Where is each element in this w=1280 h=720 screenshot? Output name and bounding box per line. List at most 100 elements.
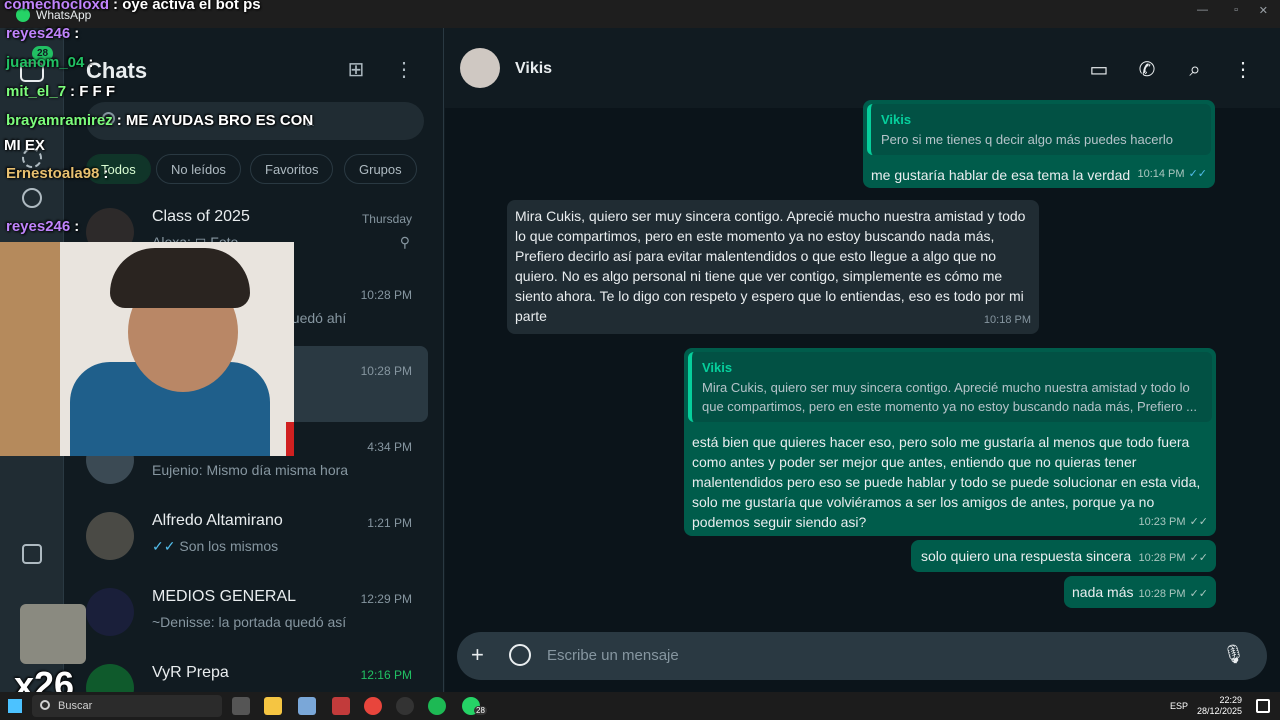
chat-row[interactable]: VyR Prepa 12:16 PM [64, 650, 443, 692]
chat-time: 10:28 PM [360, 288, 412, 302]
chat-preview: ~Denisse: la portada quedó así [152, 614, 347, 630]
quoted-message[interactable]: Vikis Pero si me tienes q decir algo más… [867, 104, 1211, 155]
overlay-chat-line: MI EX [4, 137, 45, 154]
webcam-edge [286, 422, 294, 456]
chat-time: 12:16 PM [360, 668, 412, 682]
message-time: 10:28 PM [1138, 588, 1186, 600]
delivered-ticks-icon: ✓✓ [1189, 588, 1208, 600]
message-time: 10:18 PM [983, 314, 1031, 326]
edit-nav-icon[interactable] [22, 544, 42, 564]
chat-row[interactable]: Alfredo Altamirano 1:21 PM ✓✓ Son los mi… [64, 498, 443, 574]
avatar [86, 588, 134, 636]
chat-time: 4:34 PM [367, 440, 412, 454]
chat-row[interactable]: MEDIOS GENERAL 12:29 PM ~Denisse: la por… [64, 574, 443, 650]
app-icon[interactable] [298, 697, 316, 715]
message-outgoing[interactable]: Vikis Pero si me tienes q decir algo más… [863, 100, 1215, 188]
overlay-chat-line: reyes246: [6, 25, 79, 42]
maximize-icon[interactable]: ▫ [1234, 4, 1238, 16]
clock-date: 28/12/2025 [1196, 706, 1242, 716]
communities-nav-icon[interactable] [22, 188, 42, 208]
overlay-message: : [88, 54, 94, 71]
filter-chip-no-leidos[interactable]: No leídos [156, 154, 241, 184]
conversation-header: Vikis ▭ ✆ ⌕ ⋮ [445, 28, 1280, 108]
taskbar-search-label: Buscar [58, 700, 93, 712]
chat-preview: ✓✓ Son los mismos [152, 538, 278, 555]
avatar [86, 664, 134, 692]
contact-name[interactable]: Vikis [515, 60, 552, 78]
message-outgoing[interactable]: Vikis Mira Cukis, quiero ser muy sincera… [684, 348, 1216, 536]
filter-chip-grupos[interactable]: Grupos [344, 154, 417, 184]
quoted-message[interactable]: Vikis Mira Cukis, quiero ser muy sincera… [688, 352, 1212, 422]
quoted-author: Vikis [702, 360, 733, 375]
meme-image [20, 604, 86, 664]
overlay-message: : [74, 218, 80, 235]
overlay-message: : F F F [70, 83, 116, 100]
message-composer: + Escribe un mensaje 🎙 [457, 632, 1267, 680]
chrome-icon[interactable] [364, 697, 382, 715]
message-meta: 10:23 PM ✓✓ [1138, 512, 1208, 532]
message-time: 10:28 PM [1138, 552, 1186, 564]
sticker-emoji-icon[interactable] [509, 644, 531, 666]
notifications-icon[interactable] [1256, 699, 1270, 713]
message-meta: 10:18 PM [984, 310, 1031, 330]
minimize-icon[interactable]: — [1197, 4, 1208, 16]
clock-time: 22:29 [1219, 695, 1242, 705]
message-incoming[interactable]: Mira Cukis, quiero ser muy sincera conti… [507, 200, 1039, 334]
spotify-icon[interactable] [428, 697, 446, 715]
chat-name: Alfredo Altamirano [152, 512, 283, 529]
overlay-message: : [103, 165, 109, 182]
task-view-icon[interactable] [232, 697, 250, 715]
message-time: 10:23 PM [1138, 516, 1186, 528]
overlay-message: : ME AYUDAS BRO ES CON [116, 112, 314, 129]
message-text: está bien que quieres hacer eso, pero so… [692, 434, 1201, 530]
avatar [86, 512, 134, 560]
quoted-text: Mira Cukis, quiero ser muy sincera conti… [702, 380, 1197, 414]
delivered-ticks-icon: ✓✓ [1189, 516, 1208, 528]
overlay-username: juanom_04 [6, 54, 85, 71]
close-icon[interactable]: ✕ [1259, 4, 1268, 17]
overlay-username: Ernestoala98 [6, 165, 100, 182]
overlay-username: comechocloxd [4, 0, 110, 13]
overlay-username: reyes246 [6, 218, 71, 235]
start-windows-icon[interactable] [8, 699, 22, 713]
message-text: Mira Cukis, quiero ser muy sincera conti… [515, 208, 1026, 324]
app-icon[interactable] [332, 697, 350, 715]
message-time: 10:14 PM [1137, 168, 1185, 180]
overlay-username: brayamramirez [6, 112, 113, 129]
chat-name: VyR Prepa [152, 664, 229, 681]
attach-plus-icon[interactable]: + [471, 644, 484, 666]
webcam-overlay [0, 242, 294, 456]
new-chat-icon[interactable]: ⊞ [344, 58, 368, 82]
contact-avatar[interactable] [460, 48, 500, 88]
taskbar-badge: 28 [474, 706, 487, 715]
app-icon[interactable] [396, 697, 414, 715]
microphone-icon[interactable]: 🎙 [1222, 644, 1245, 665]
video-call-icon[interactable]: ▭ [1087, 58, 1111, 82]
message-outgoing[interactable]: solo quiero una respuesta sincera 10:28 … [911, 540, 1216, 572]
overlay-chat-line: mit_el_7: F F F [6, 83, 115, 100]
chat-time: Thursday [361, 212, 412, 226]
language-indicator[interactable]: ESP [1170, 701, 1188, 711]
message-outgoing[interactable]: nada más 10:28 PM ✓✓ [1064, 576, 1216, 608]
message-input[interactable]: Escribe un mensaje [547, 647, 679, 664]
file-explorer-icon[interactable] [264, 697, 282, 715]
search-messages-icon[interactable]: ⌕ [1183, 58, 1207, 82]
voice-call-icon[interactable]: ✆ [1135, 58, 1159, 82]
conversation-menu-icon[interactable]: ⋮ [1231, 58, 1255, 82]
taskbar-clock[interactable]: 22:29 28/12/2025 [1197, 695, 1242, 717]
chat-preview: Eujenio: Mismo día misma hora [152, 462, 349, 478]
chat-preview-text: Son los mismos [179, 538, 279, 554]
chat-time: 1:21 PM [367, 516, 412, 530]
chat-time: 12:29 PM [360, 592, 412, 606]
chat-name: Class of 2025 [152, 208, 250, 225]
filter-chip-favoritos[interactable]: Favoritos [250, 154, 334, 184]
overlay-chat-line: brayamramirez: ME AYUDAS BRO ES CON [6, 112, 313, 129]
taskbar-search[interactable]: Buscar [32, 695, 222, 717]
delivered-ticks-icon: ✓✓ [1189, 552, 1208, 564]
menu-dots-icon[interactable]: ⋮ [392, 58, 416, 82]
conversation-panel: Vikis ▭ ✆ ⌕ ⋮ Vikis Pero si me tienes q … [445, 28, 1280, 692]
message-meta: 10:28 PM ✓✓ [1138, 548, 1208, 568]
read-ticks-icon: ✓✓ [152, 538, 176, 554]
overlay-chat-line: Ernestoala98: [6, 165, 108, 182]
webcam-hair [110, 248, 250, 308]
